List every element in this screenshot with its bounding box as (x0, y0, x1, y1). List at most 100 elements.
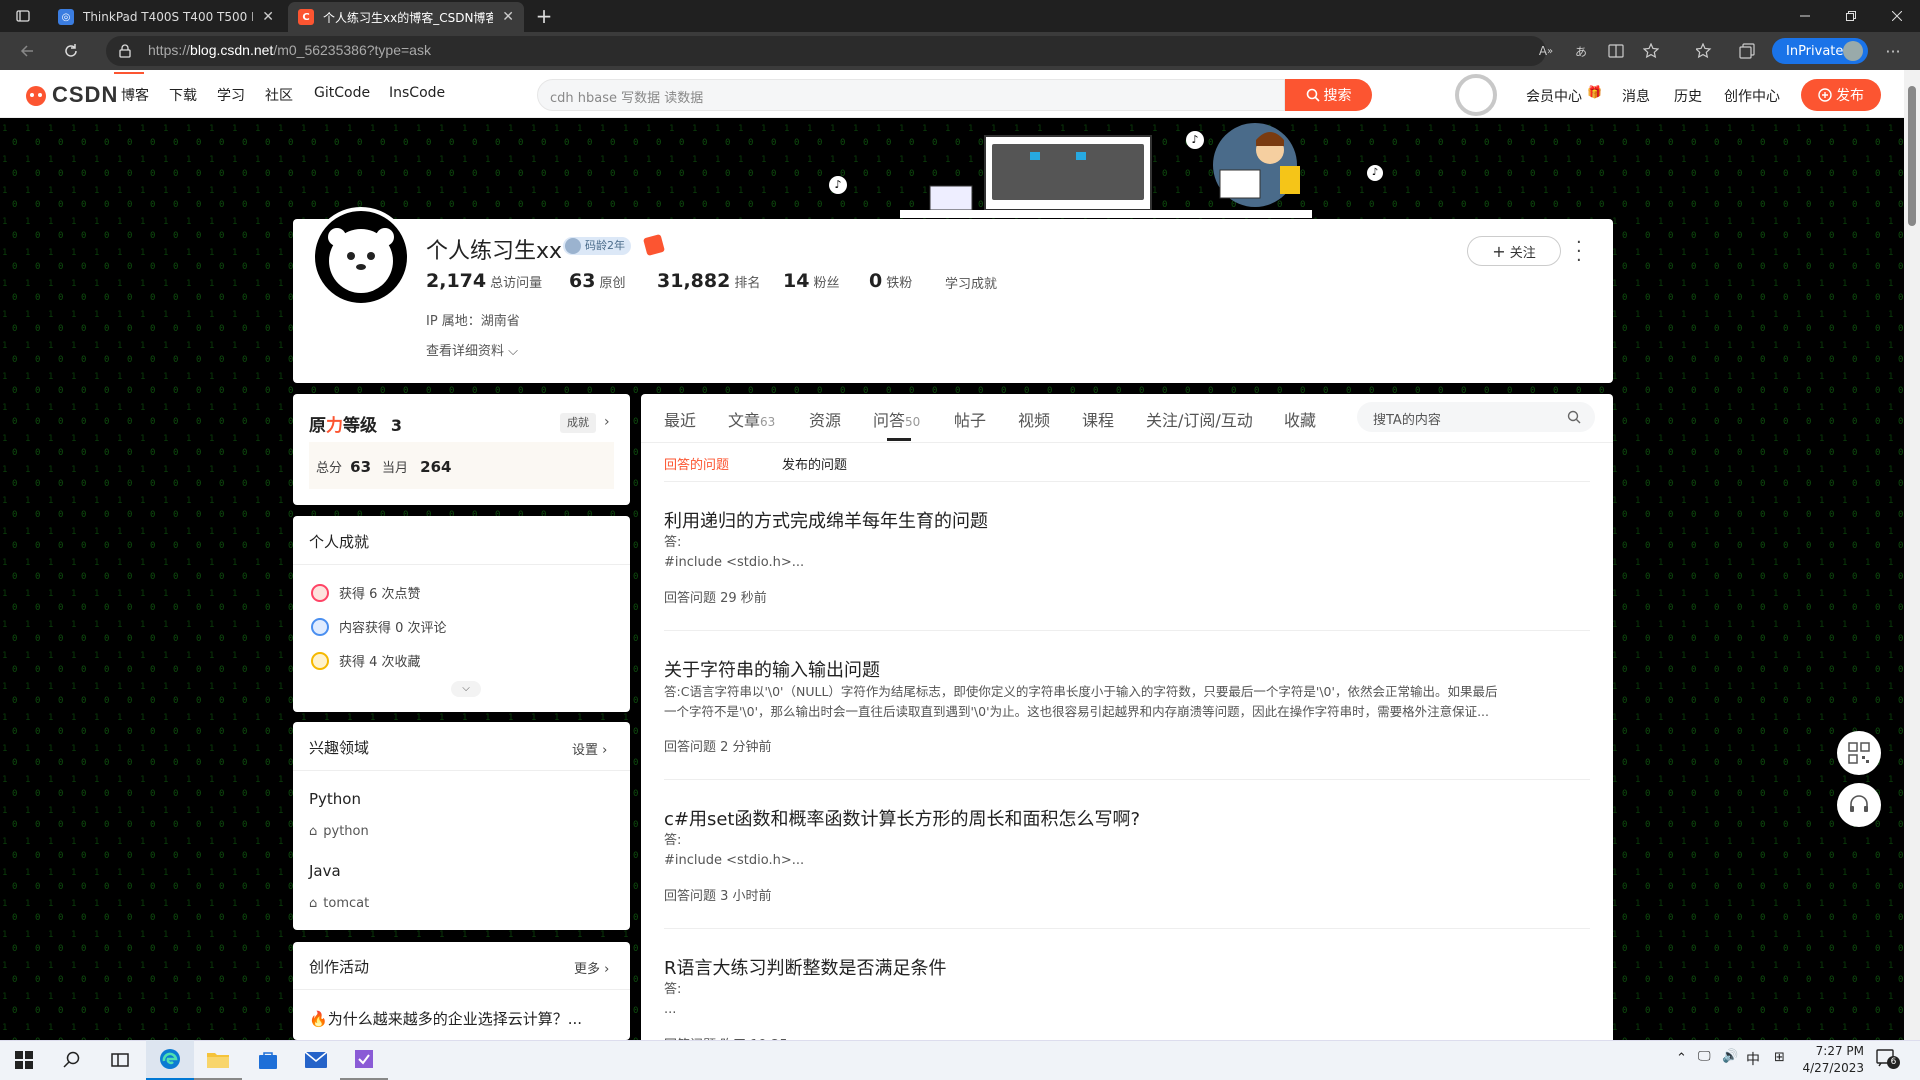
tab-qa[interactable]: 问答50 (873, 407, 920, 431)
search-icon[interactable] (48, 1040, 96, 1080)
nav-blog[interactable]: 博客 (121, 85, 149, 105)
tab-label: 问答 (873, 411, 906, 430)
nav-community[interactable]: 社区 (265, 85, 293, 105)
restore-icon[interactable] (1828, 0, 1874, 32)
question-title[interactable]: 关于字符串的输入输出问题 (664, 656, 880, 682)
url-text[interactable]: https://blog.csdn.net/m0_56235386?type=a… (148, 42, 431, 58)
close-tab-icon[interactable]: ✕ (262, 9, 274, 25)
nav-inscode[interactable]: InsCode (389, 85, 445, 101)
task-view-icon[interactable] (96, 1040, 144, 1080)
clock[interactable]: 7:27 PM 4/27/2023 (1800, 1043, 1864, 1077)
question-title[interactable]: 利用递归的方式完成绵羊每年生育的问题 (664, 507, 988, 533)
creator-center-link[interactable]: 创作中心 (1724, 86, 1780, 106)
lock-icon[interactable] (110, 36, 140, 66)
edge-taskbar-icon[interactable] (146, 1040, 194, 1080)
search-button[interactable]: 搜索 (1285, 79, 1372, 111)
learning-achievement-link[interactable]: 学习成就 (945, 273, 997, 292)
scrollbar-thumb[interactable] (1908, 86, 1916, 226)
tab-recent[interactable]: 最近 (664, 407, 696, 431)
tab-videos[interactable]: 视频 (1018, 407, 1050, 431)
interest-tag[interactable]: ⌂ tomcat (309, 896, 369, 911)
minimize-icon[interactable] (1782, 0, 1828, 32)
profile-name: 个人练习生xx (426, 239, 563, 264)
add-favorite-icon[interactable] (1636, 36, 1666, 66)
site-search-input[interactable]: cdh hbase 写数据 读数据 (537, 79, 1285, 111)
achievement-text: 获得 6 次点赞 (339, 587, 421, 602)
question-title[interactable]: R语言大练习判断整数是否满足条件 (664, 954, 947, 980)
activity-item[interactable]: 🔥为什么越来越多的企业选择云计算？... (309, 1008, 609, 1029)
nav-download[interactable]: 下载 (169, 85, 197, 105)
browser-tab-csdn[interactable]: C 个人练习生xx的博客_CSDN博客 ✕ (288, 2, 524, 32)
close-window-icon[interactable] (1874, 0, 1920, 32)
subtab-asked[interactable]: 发布的问题 (782, 454, 847, 473)
visual-studio-icon[interactable] (340, 1040, 388, 1080)
stat-fans[interactable]: 14 粉丝 (783, 270, 839, 292)
close-tab-icon[interactable]: ✕ (502, 9, 514, 25)
vip-center-link[interactable]: 会员中心 (1526, 86, 1582, 106)
profile-avatar[interactable] (1843, 41, 1863, 61)
month-value: 264 (420, 458, 452, 476)
notifications-icon[interactable]: 6 (1876, 1049, 1900, 1071)
refresh-icon[interactable] (56, 36, 86, 66)
messages-link[interactable]: 消息 (1622, 86, 1650, 106)
more-menu-icon[interactable]: ··· (1878, 36, 1908, 66)
profile-search-placeholder: 搜TA的内容 (1373, 413, 1441, 428)
subtab-answered[interactable]: 回答的问题 (664, 454, 729, 473)
tab-follow-subscribe[interactable]: 关注/订阅/互动 (1146, 407, 1253, 431)
qr-code-button[interactable] (1837, 731, 1881, 775)
view-details-link[interactable]: 查看详细资料 ⌵ (426, 340, 518, 359)
customer-service-button[interactable] (1837, 783, 1881, 827)
answer-line: 一个字符不是'\0'，那么输出时会一直往后读取直到遇到'\0'为止。这也很容易引… (664, 704, 1489, 719)
file-explorer-icon[interactable] (194, 1040, 242, 1080)
answer-line: 答: (664, 982, 682, 997)
browser-tab-thinkpad[interactable]: ◎ ThinkPad T400S T400 T500 R400 ✕ (48, 2, 284, 32)
back-icon[interactable] (12, 36, 42, 66)
interests-settings-link[interactable]: 设置 › (572, 739, 607, 758)
read-aloud-icon[interactable]: A» (1531, 36, 1561, 66)
history-link[interactable]: 历史 (1674, 86, 1702, 106)
tab-title: ThinkPad T400S T400 T500 R400 (83, 10, 253, 24)
store-icon[interactable] (244, 1040, 292, 1080)
interest-tag[interactable]: ⌂ python (309, 824, 369, 839)
tab-articles[interactable]: 文章63 (728, 407, 775, 431)
nav-gitcode[interactable]: GitCode (314, 85, 370, 101)
translate-icon[interactable]: あ (1566, 36, 1596, 66)
tab-posts[interactable]: 帖子 (954, 407, 986, 431)
collections-icon[interactable] (1732, 36, 1762, 66)
csdn-logo-text: CSDN (52, 82, 119, 107)
new-tab-icon[interactable]: + (529, 1, 559, 31)
csdn-logo[interactable]: CSDN (24, 82, 118, 108)
ime-indicator[interactable]: 中 (1746, 1049, 1760, 1069)
expand-chevron-icon[interactable]: ⌵ (451, 681, 481, 697)
nav-learn[interactable]: 学习 (217, 85, 245, 105)
favorites-icon[interactable] (1689, 36, 1719, 66)
headset-icon (1850, 795, 1868, 812)
start-icon[interactable] (0, 1040, 48, 1080)
chevron-right-icon[interactable]: › (604, 414, 610, 430)
more-options-icon[interactable]: · · · (1576, 234, 1582, 270)
publish-button[interactable]: 发布 (1801, 79, 1881, 111)
page-scrollbar[interactable] (1904, 70, 1920, 1040)
fire-icon: 🔥 (309, 1010, 328, 1028)
profile-search-input[interactable]: 搜TA的内容 (1357, 402, 1595, 432)
tab-resources[interactable]: 资源 (809, 407, 841, 431)
ime-mode-icon[interactable]: ⊞ (1774, 1050, 1785, 1065)
question-title[interactable]: c#用set函数和概率函数计算长方形的周长和面积怎么写啊? (664, 805, 1140, 831)
stat-iron-fans[interactable]: 0 铁粉 (869, 270, 912, 292)
reader-view-icon[interactable] (1601, 36, 1631, 66)
volume-icon[interactable]: 🔊 (1722, 1049, 1738, 1064)
tab-courses[interactable]: 课程 (1082, 407, 1114, 431)
achievement-chip[interactable]: 成就 (560, 413, 596, 433)
search-icon[interactable] (1567, 410, 1581, 424)
show-hidden-icons[interactable]: ⌃ (1676, 1051, 1687, 1066)
tab-actions-icon[interactable] (8, 1, 38, 31)
clock-time: 7:27 PM (1815, 1044, 1864, 1058)
profile-avatar-image[interactable] (311, 207, 411, 307)
mail-icon[interactable] (292, 1040, 340, 1080)
network-icon[interactable]: 🖵 (1698, 1049, 1711, 1064)
tab-favorites[interactable]: 收藏 (1284, 407, 1316, 431)
activity-more-link[interactable]: 更多 › (574, 958, 609, 977)
view-details-label: 查看详细资料 (426, 344, 505, 359)
follow-button[interactable]: + 关注 (1467, 236, 1561, 266)
user-avatar[interactable] (1455, 74, 1497, 116)
